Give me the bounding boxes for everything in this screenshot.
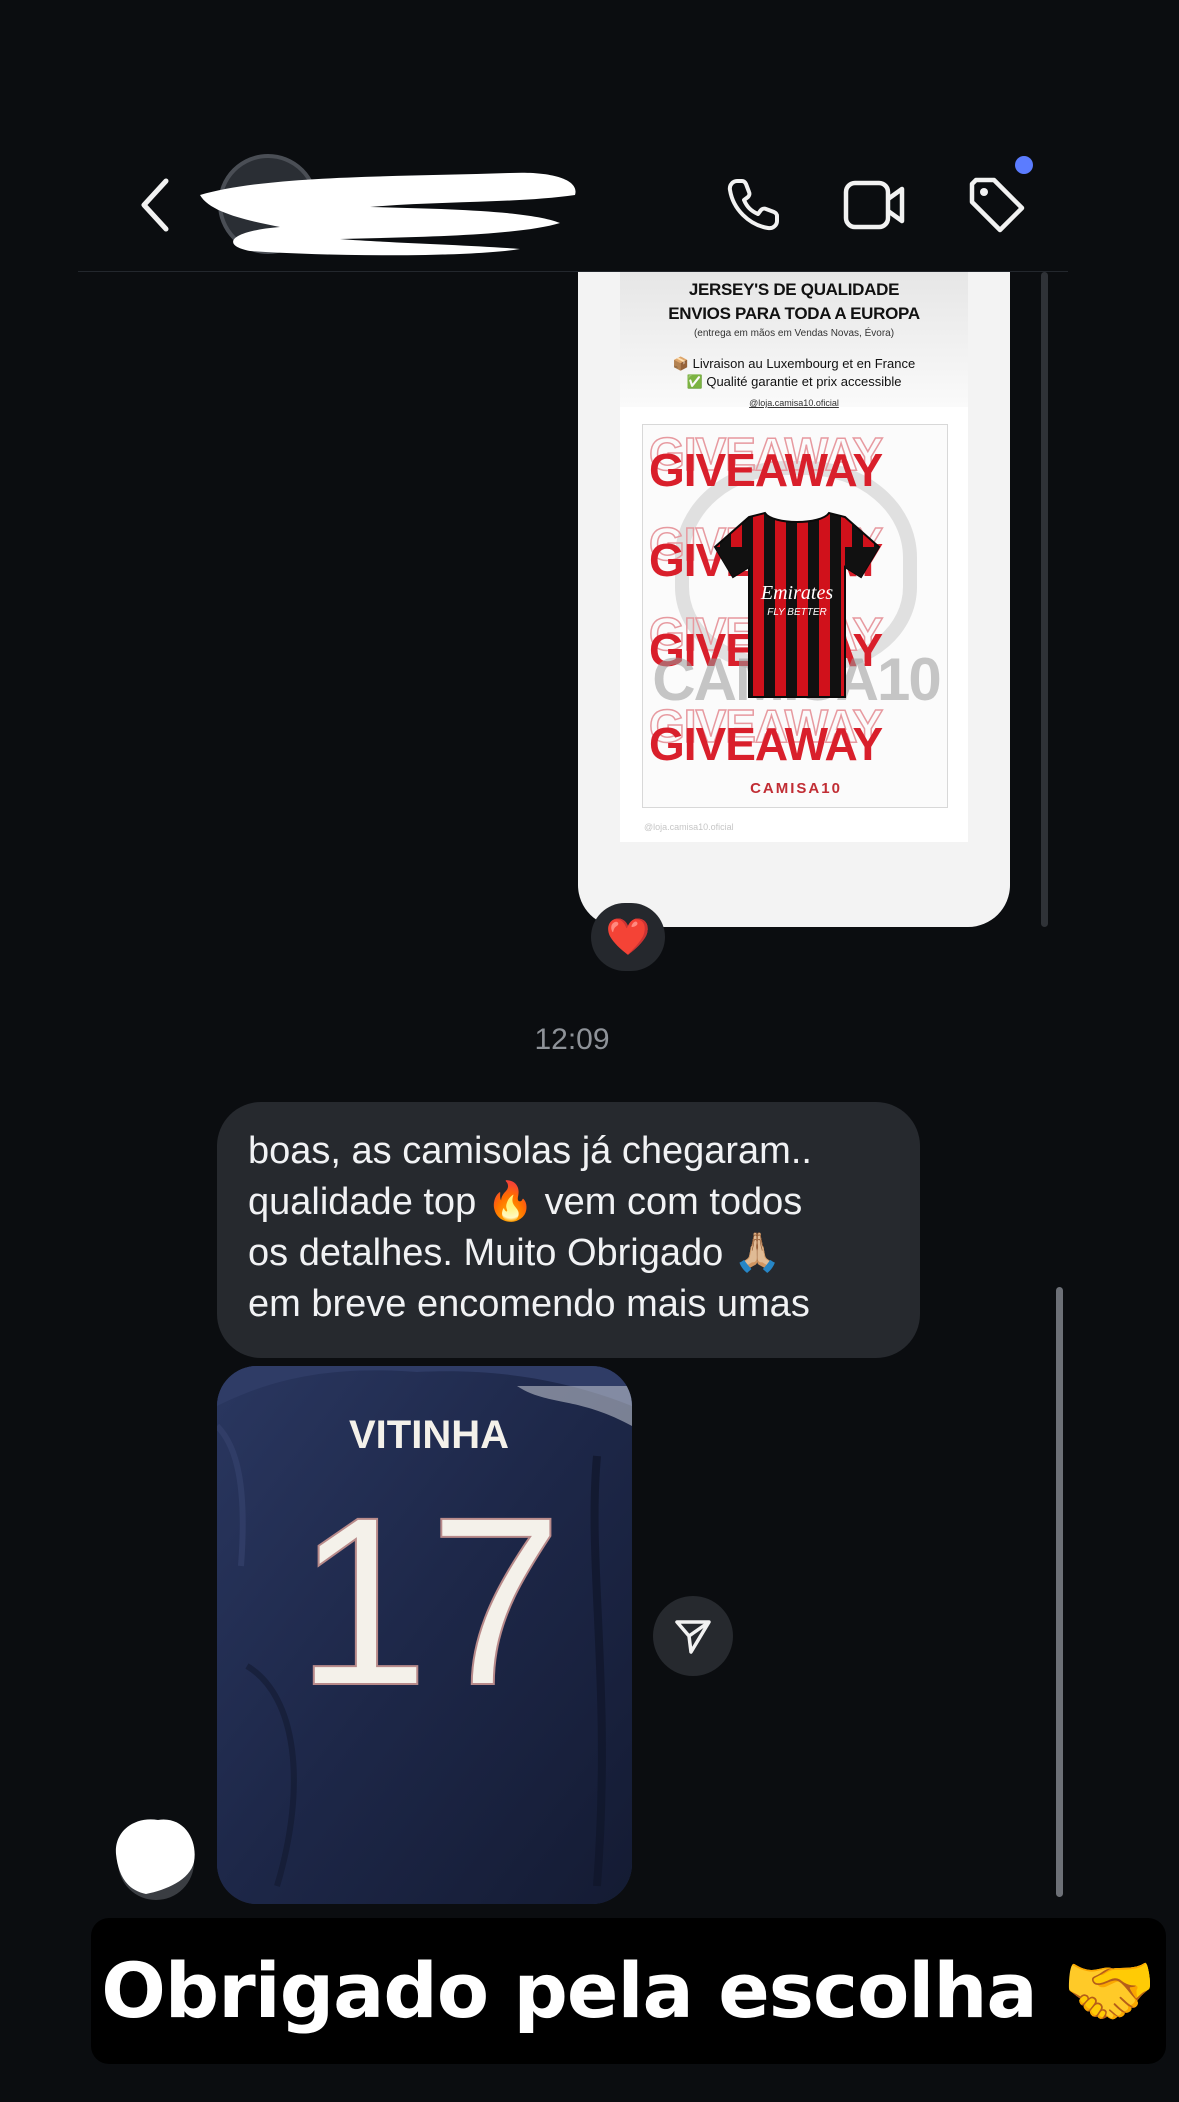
chat-screen: JERSEY'S DE QUALIDADE ENVIOS PARA TODA A…: [0, 0, 1179, 2102]
redacted-sender-avatar: [115, 1819, 195, 1900]
story-text-line: 📦 Livraison au Luxembourg et en France: [672, 356, 916, 371]
jersey-photo: VITINHA 17: [217, 1366, 632, 1904]
story-handle: @loja.camisa10.oficial: [749, 398, 839, 408]
message-line: os detalhes. Muito Obrigado 🙏🏼: [248, 1232, 782, 1274]
caption-banner: Obrigado pela escolha 🤝: [91, 1918, 1166, 2064]
heart-icon: ❤️: [605, 916, 651, 957]
giveaway-text: GIVEAWAY: [649, 718, 883, 770]
paper-plane-icon: [675, 1620, 711, 1654]
share-button[interactable]: [653, 1596, 733, 1676]
received-photo[interactable]: VITINHA 17: [217, 1366, 632, 1904]
received-message-bubble[interactable]: boas, as camisolas já chegaram.. qualida…: [217, 1102, 920, 1358]
chat-scrollbar[interactable]: [1056, 1287, 1063, 1897]
phone-icon: [727, 179, 779, 231]
message-line: qualidade top 🔥 vem com todos: [248, 1181, 803, 1223]
story-text-line: (entrega em mãos em Vendas Novas, Évora): [693, 328, 895, 339]
call-button[interactable]: [718, 170, 788, 240]
player-name: VITINHA: [349, 1413, 509, 1457]
story-text-line: JERSEY'S DE QUALIDADE: [688, 280, 900, 299]
story-text-line: ENVIOS PARA TODA A EUROPA: [668, 304, 920, 323]
video-camera-icon: [843, 180, 905, 230]
redacted-contact-name: [200, 172, 576, 256]
message-line: boas, as camisolas já chegaram..: [248, 1130, 812, 1172]
caption-text: Obrigado pela escolha 🤝: [101, 1946, 1157, 2035]
tag-button[interactable]: [962, 170, 1032, 240]
heart-reaction[interactable]: ❤️: [591, 903, 665, 971]
shared-story-card[interactable]: JERSEY'S DE QUALIDADE ENVIOS PARA TODA A…: [578, 272, 1010, 927]
giveaway-text: GIVEAWAY: [649, 444, 883, 496]
giveaway-poster: GIVEAWAY GIVEAWAY GIVEAWAY GIVEAWAY GIVE…: [642, 424, 948, 808]
video-call-button[interactable]: [840, 170, 910, 240]
story-text-line: ✅ Qualité garantie et prix accessible: [686, 374, 902, 389]
jersey-tagline: FLY BETTER: [767, 607, 826, 618]
chevron-left-icon: [141, 178, 169, 232]
tag-icon: [969, 177, 1025, 233]
back-button[interactable]: [130, 170, 180, 240]
notification-dot: [1015, 156, 1033, 174]
message-timestamp: 12:09: [534, 1023, 610, 1056]
message-line: em breve encomendo mais umas: [248, 1283, 810, 1325]
brand-label: CAMISA10: [750, 780, 842, 797]
player-number: 17: [296, 1467, 563, 1735]
story-footer-handle: @loja.camisa10.oficial: [644, 822, 734, 832]
jersey-sponsor: Emirates: [760, 582, 833, 604]
chat-header: [0, 140, 1179, 272]
jersey-image: Emirates FLY BETTER: [713, 511, 881, 698]
story-scrollbar[interactable]: [1041, 272, 1048, 927]
